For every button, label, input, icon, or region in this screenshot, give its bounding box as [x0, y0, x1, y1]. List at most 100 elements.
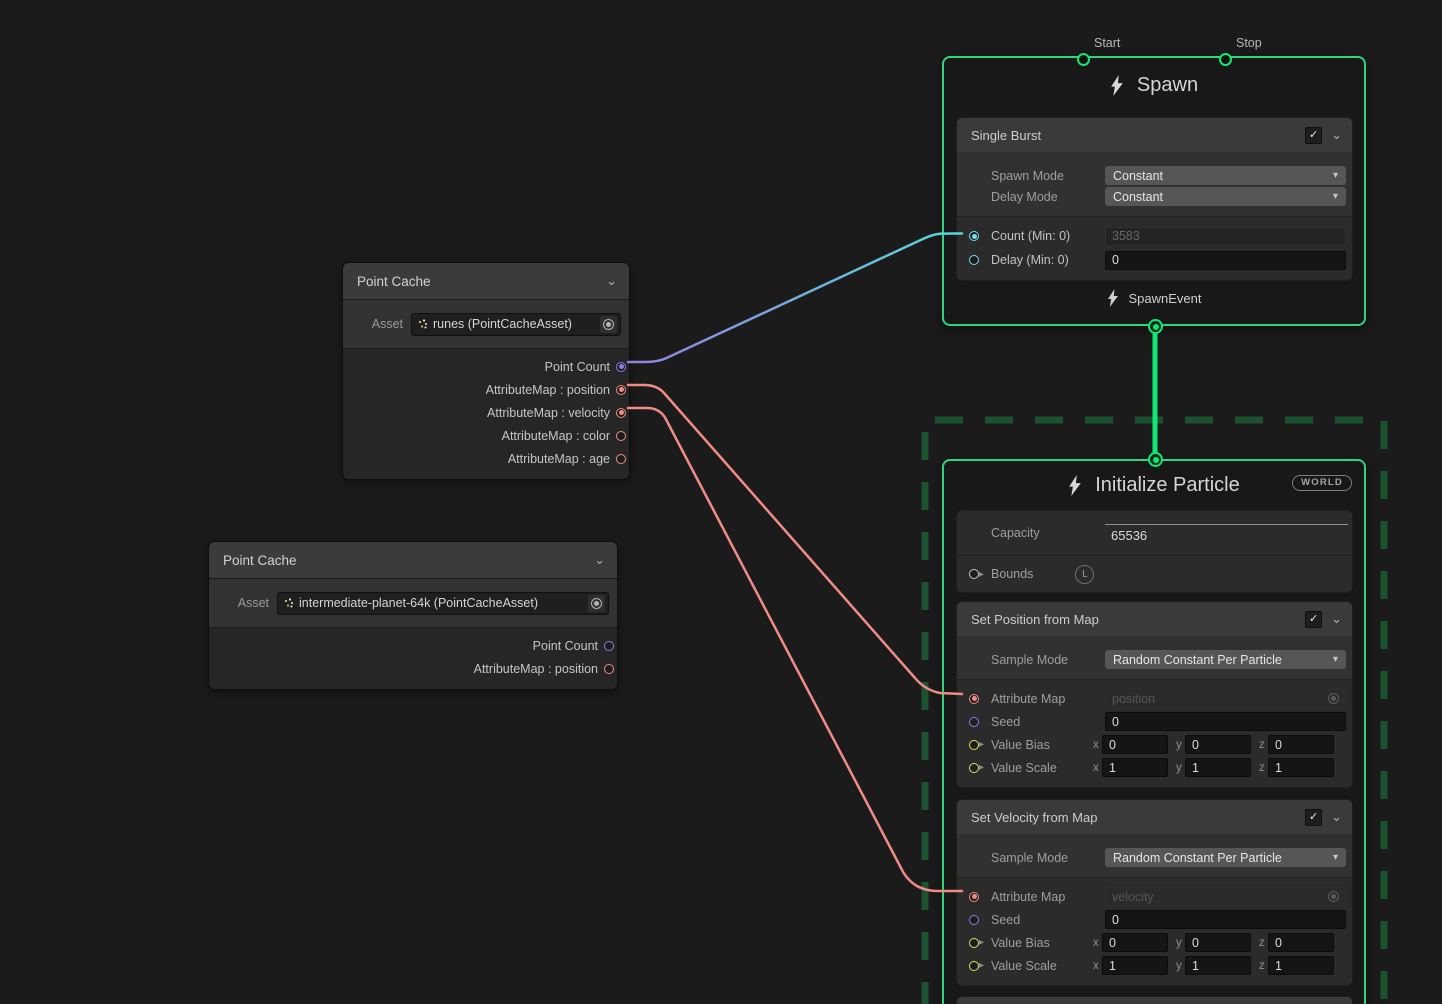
value-bias-y: 0 [1192, 936, 1199, 950]
seed-field[interactable]: 0 [1105, 910, 1346, 929]
point-cache-asset-icon [283, 597, 295, 609]
value-bias-x-field[interactable]: 0 [1102, 933, 1168, 952]
set-position-settings: Sample Mode Random Constant Per Particle… [957, 636, 1352, 679]
initialize-particle-node[interactable]: Initialize Particle WORLD Capacity 65536… [942, 459, 1366, 1004]
spawnevent-footer: SpawnEvent [944, 289, 1364, 307]
output-row: AttributeMap : velocity [343, 401, 629, 424]
set-velocity-from-map-block[interactable]: Set Velocity from Map ✓ ⌄ Sample Mode Ra… [956, 799, 1353, 986]
delay-input-port[interactable] [969, 255, 979, 265]
sample-mode-row: Sample Mode Random Constant Per Particle… [957, 649, 1352, 670]
chevron-down-icon[interactable]: ⌄ [606, 273, 617, 289]
edge-position-to-attributemap[interactable] [628, 385, 962, 694]
count-input-port[interactable] [969, 231, 979, 241]
attribute-map-input-port[interactable] [969, 694, 979, 704]
delay-row: Delay (Min: 0) 0 [957, 248, 1352, 272]
sample-mode-dropdown[interactable]: Random Constant Per Particle ▾ [1105, 848, 1346, 867]
point-count-output-port[interactable] [616, 362, 626, 372]
value-scale-z-field[interactable]: 1 [1268, 758, 1334, 777]
chevron-down-icon[interactable]: ⌄ [1331, 611, 1342, 627]
set-position-enabled-checkbox[interactable]: ✓ [1305, 611, 1322, 628]
value-bias-input-port[interactable] [969, 740, 979, 750]
count-label: Count (Min: 0) [991, 229, 1105, 243]
expander-icon[interactable]: ▸ [979, 937, 991, 948]
capacity-value: 65536 [1111, 528, 1147, 543]
initialize-input-port[interactable] [1148, 452, 1163, 467]
value-bias-y-field[interactable]: 0 [1185, 933, 1251, 952]
expander-icon[interactable]: ▸ [979, 960, 991, 971]
vfx-graph-canvas[interactable]: Start Stop Spawn Single Burst ✓ ⌄ Spawn … [0, 0, 1442, 1004]
point-cache-title: Point Cache [357, 274, 431, 289]
value-bias-y-field[interactable]: 0 [1185, 735, 1251, 754]
value-bias-input-port[interactable] [969, 938, 979, 948]
attribute-map-input-port[interactable] [969, 892, 979, 902]
value-bias-x: 0 [1109, 936, 1116, 950]
value-bias-x-field[interactable]: 0 [1102, 735, 1168, 754]
bounds-link-icon[interactable]: L [1075, 565, 1094, 584]
start-flow-port[interactable] [1077, 53, 1090, 66]
set-position-from-map-block[interactable]: Set Position from Map ✓ ⌄ Sample Mode Ra… [956, 601, 1353, 788]
value-scale-y-field[interactable]: 1 [1185, 956, 1251, 975]
expander-icon[interactable]: ▸ [979, 569, 991, 580]
point-cache-header[interactable]: Point Cache ⌄ [343, 263, 629, 299]
attributemap-velocity-output-port[interactable] [616, 408, 626, 418]
value-scale-x: 1 [1109, 761, 1116, 775]
bounds-input-port[interactable] [969, 569, 979, 579]
attributemap-age-output-port[interactable] [616, 454, 626, 464]
point-count-output-label: Point Count [533, 639, 598, 653]
value-scale-input-port[interactable] [969, 961, 979, 971]
attributemap-position-output-port[interactable] [616, 385, 626, 395]
spawnevent-output-port[interactable] [1148, 319, 1163, 334]
set-velocity-settings: Sample Mode Random Constant Per Particle… [957, 834, 1352, 877]
edge-pointcount-to-count[interactable] [628, 234, 962, 363]
delay-field[interactable]: 0 [1105, 251, 1346, 270]
value-scale-x-field[interactable]: 1 [1102, 758, 1168, 777]
expander-icon[interactable]: ▸ [979, 762, 991, 773]
stop-flow-port[interactable] [1219, 53, 1232, 66]
chevron-down-icon[interactable]: ⌄ [1331, 809, 1342, 825]
attribute-map-row: Attribute Map position [957, 687, 1352, 710]
object-picker-icon[interactable] [588, 595, 605, 612]
value-bias-z-field[interactable]: 0 [1268, 933, 1334, 952]
value-scale-x-field[interactable]: 1 [1102, 956, 1168, 975]
y-axis-label: y [1176, 739, 1185, 751]
delay-mode-row: Delay Mode Constant ▾ [957, 186, 1352, 207]
spawn-mode-dropdown[interactable]: Constant ▾ [1105, 166, 1346, 185]
set-velocity-enabled-checkbox[interactable]: ✓ [1305, 809, 1322, 826]
seed-row: Seed 0 [957, 908, 1352, 931]
single-burst-enabled-checkbox[interactable]: ✓ [1305, 127, 1322, 144]
point-cache-planet-node[interactable]: Point Cache ⌄ Asset intermediate-planet-… [208, 541, 618, 690]
world-space-badge[interactable]: WORLD [1292, 475, 1352, 491]
edge-velocity-to-attributemap[interactable] [628, 408, 962, 891]
value-scale-input-port[interactable] [969, 763, 979, 773]
object-picker-icon[interactable] [600, 316, 617, 333]
point-cache-asset-icon [417, 318, 429, 330]
attributemap-color-output-port[interactable] [616, 431, 626, 441]
value-scale-y-field[interactable]: 1 [1185, 758, 1251, 777]
asset-object-field[interactable]: runes (PointCacheAsset) [411, 313, 621, 336]
seed-input-port[interactable] [969, 915, 979, 925]
sample-mode-label: Sample Mode [991, 653, 1105, 667]
chevron-down-icon[interactable]: ⌄ [594, 552, 605, 568]
point-cache-runes-node[interactable]: Point Cache ⌄ Asset runes (PointCacheAss… [342, 262, 630, 480]
point-count-output-port[interactable] [604, 641, 614, 651]
value-bias-z-field[interactable]: 0 [1268, 735, 1334, 754]
z-axis-label: z [1259, 739, 1268, 751]
single-burst-block[interactable]: Single Burst ✓ ⌄ Spawn Mode Constant ▾ D… [956, 117, 1353, 281]
y-axis-label: y [1176, 960, 1185, 972]
asset-object-field[interactable]: intermediate-planet-64k (PointCacheAsset… [277, 592, 609, 615]
capacity-field[interactable]: 65536 [1105, 524, 1348, 543]
sample-mode-dropdown[interactable]: Random Constant Per Particle ▾ [1105, 650, 1346, 669]
point-cache-header[interactable]: Point Cache ⌄ [209, 542, 617, 578]
chevron-down-icon[interactable]: ⌄ [1331, 127, 1342, 143]
count-row: Count (Min: 0) 3583 [957, 224, 1352, 248]
spawn-node[interactable]: Spawn Single Burst ✓ ⌄ Spawn Mode Consta… [942, 56, 1366, 326]
attributemap-position-output-port[interactable] [604, 664, 614, 674]
single-burst-header: Single Burst ✓ ⌄ [957, 118, 1352, 152]
delay-mode-dropdown[interactable]: Constant ▾ [1105, 187, 1346, 206]
value-scale-z-field[interactable]: 1 [1268, 956, 1334, 975]
seed-input-port[interactable] [969, 717, 979, 727]
expander-icon[interactable]: ▸ [979, 739, 991, 750]
seed-field[interactable]: 0 [1105, 712, 1346, 731]
position-sphere-block[interactable]: Position (Sphere) ✓ ⌄ [956, 996, 1353, 1004]
start-flow-label: Start [1094, 36, 1120, 50]
